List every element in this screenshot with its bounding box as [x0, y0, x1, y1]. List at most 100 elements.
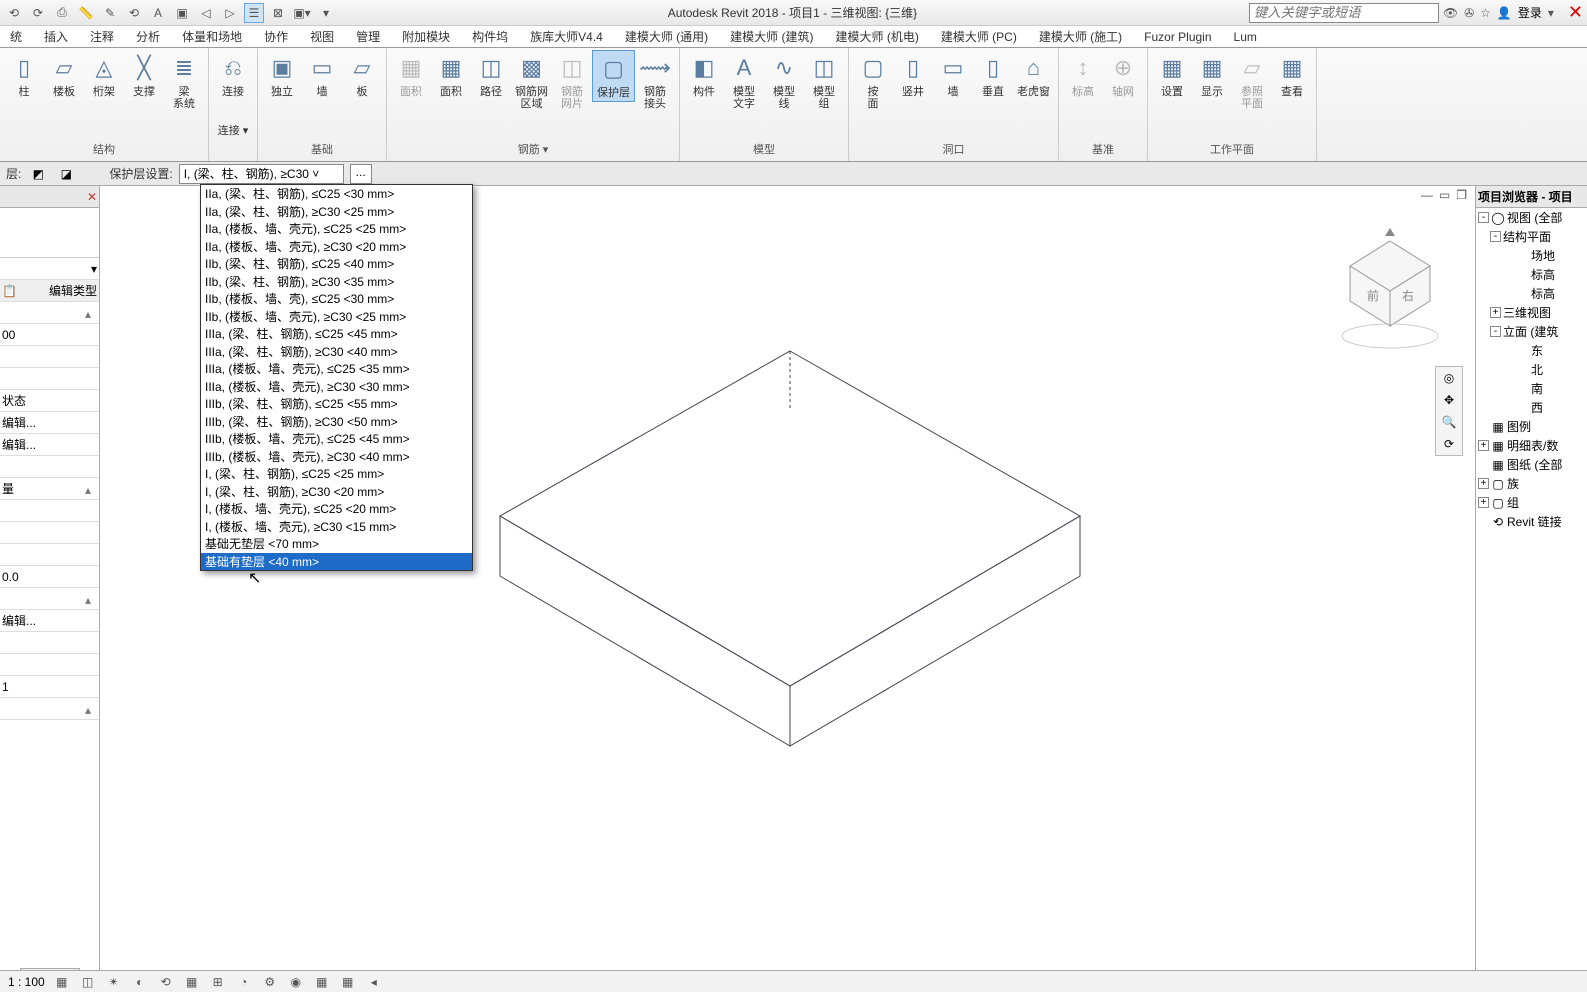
tree-row[interactable]: -立面 (建筑 — [1476, 322, 1587, 341]
property-row[interactable]: 编辑... — [0, 434, 99, 456]
ribbon-button[interactable]: ⊕轴网 — [1103, 50, 1143, 100]
ribbon-tab[interactable]: 附加模块 — [400, 26, 452, 47]
ribbon-button[interactable]: ▢保护层 — [592, 50, 635, 102]
window-icon[interactable]: ▣▾ — [292, 3, 312, 23]
help-icon[interactable]: ▾ — [1548, 6, 1554, 20]
property-row[interactable] — [0, 368, 99, 390]
property-row[interactable] — [0, 522, 99, 544]
view-min-icon[interactable]: — — [1421, 188, 1433, 202]
app-close-icon[interactable]: ✕ — [1568, 2, 1583, 23]
pick-element-icon[interactable]: ◪ — [55, 163, 77, 185]
ribbon-button[interactable]: ▦面积 — [431, 50, 471, 100]
cover-option-item[interactable]: IIb, (楼板、墙、壳), ≤C25 <30 mm> — [201, 290, 472, 308]
pick-face-icon[interactable]: ◩ — [27, 163, 49, 185]
cover-option-item[interactable]: 基础有垫层 <40 mm> — [201, 553, 472, 571]
orbit-icon[interactable]: ⟳ — [1444, 437, 1454, 451]
ribbon-button[interactable]: ▱参照 平面 — [1232, 50, 1272, 112]
tree-expander-icon[interactable]: + — [1478, 497, 1489, 508]
ribbon-button[interactable]: ▱板 — [342, 50, 382, 100]
zoom-icon[interactable]: 🔍 — [1442, 415, 1457, 429]
sb-icon-11[interactable]: ▦ — [313, 973, 331, 991]
ribbon-button[interactable]: ▯柱 — [4, 50, 44, 100]
ribbon-button[interactable]: ▦查看 — [1272, 50, 1312, 100]
tree-row[interactable]: +三维视图 — [1476, 303, 1587, 322]
ribbon-tab[interactable]: 视图 — [308, 26, 336, 47]
property-row[interactable] — [0, 544, 99, 566]
ribbon-tab[interactable]: 协作 — [262, 26, 290, 47]
ribbon-button[interactable]: ╳支撑 — [124, 50, 164, 100]
cover-option-item[interactable]: IIb, (梁、柱、钢筋), ≤C25 <40 mm> — [201, 255, 472, 273]
tree-expander-icon[interactable]: - — [1478, 212, 1489, 223]
ribbon-button[interactable]: ▭墙 — [933, 50, 973, 100]
back-icon[interactable]: ⟲ — [4, 3, 24, 23]
cover-option-item[interactable]: IIIa, (梁、柱、钢筋), ≤C25 <45 mm> — [201, 325, 472, 343]
property-row[interactable] — [0, 346, 99, 368]
cover-options-list[interactable]: IIa, (梁、柱、钢筋), ≤C25 <30 mm>IIa, (梁、柱、钢筋)… — [200, 184, 473, 571]
ribbon-tab[interactable]: 族库大师V4.4 — [528, 26, 605, 47]
ribbon-button[interactable]: A模型 文字 — [724, 50, 764, 112]
ribbon-tab[interactable]: 建模大师 (PC) — [939, 26, 1019, 47]
panel-close-icon[interactable]: ✕ — [87, 190, 97, 204]
ribbon-tab[interactable]: 插入 — [42, 26, 70, 47]
ribbon-button[interactable]: ◧构件 — [684, 50, 724, 100]
ribbon-tab[interactable]: 建模大师 (施工) — [1037, 26, 1124, 47]
cover-option-item[interactable]: I, (楼板、墙、壳元), ≤C25 <20 mm> — [201, 500, 472, 518]
ribbon-button[interactable]: ▭墙 — [302, 50, 342, 100]
ribbon-button[interactable]: ∿模型 线 — [764, 50, 804, 112]
tree-row[interactable]: +▦明细表/数 — [1476, 436, 1587, 455]
tree-expander-icon[interactable]: + — [1490, 307, 1501, 318]
scroll-icon[interactable]: ▴ — [85, 593, 97, 605]
ribbon-tab[interactable]: Fuzor Plugin — [1142, 28, 1213, 46]
property-row[interactable] — [0, 654, 99, 676]
binocular-icon[interactable]: 👁 — [1443, 6, 1458, 20]
ribbon-tab[interactable]: 建模大师 (机电) — [834, 26, 921, 47]
sb-icon-7[interactable]: ⊞ — [209, 973, 227, 991]
scroll-icon[interactable]: ▴ — [85, 703, 97, 715]
cover-option-item[interactable]: IIb, (楼板、墙、壳元), ≥C30 <25 mm> — [201, 308, 472, 326]
text-icon[interactable]: A — [148, 3, 168, 23]
print-icon[interactable]: ⎙ — [52, 3, 72, 23]
ribbon-button[interactable]: ◫路径 — [471, 50, 511, 100]
ribbon-tab[interactable]: 建模大师 (建筑) — [728, 26, 815, 47]
close-doc-icon[interactable]: ⊠ — [268, 3, 288, 23]
sb-icon-9[interactable]: ⚙ — [261, 973, 279, 991]
edit-type-button[interactable]: 📋 编辑类型 — [0, 280, 99, 302]
cover-option-item[interactable]: IIa, (梁、柱、钢筋), ≤C25 <30 mm> — [201, 185, 472, 203]
property-row[interactable]: 编辑... — [0, 412, 99, 434]
tree-expander-icon[interactable]: + — [1478, 440, 1489, 451]
ribbon-button[interactable]: ▩钢筋网 区域 — [511, 50, 552, 112]
tree-row[interactable]: -结构平面 — [1476, 227, 1587, 246]
sb-icon-2[interactable]: ◫ — [79, 973, 97, 991]
forward-icon[interactable]: ⟳ — [28, 3, 48, 23]
cover-option-item[interactable]: IIIb, (楼板、墙、壳元), ≤C25 <45 mm> — [201, 430, 472, 448]
property-row[interactable]: 0.0 — [0, 566, 99, 588]
tree-row[interactable]: 西 — [1476, 398, 1587, 417]
cube-icon[interactable]: ▣ — [172, 3, 192, 23]
property-row[interactable]: ▴ — [0, 588, 99, 610]
sb-icon-10[interactable]: ◉ — [287, 973, 305, 991]
sb-icon-1[interactable]: ▦ — [53, 973, 71, 991]
ribbon-button[interactable]: ▦显示 — [1192, 50, 1232, 100]
property-row[interactable]: 1 — [0, 676, 99, 698]
tree-row[interactable]: 东 — [1476, 341, 1587, 360]
view-scale[interactable]: 1 : 100 — [8, 975, 45, 989]
cover-option-item[interactable]: IIIa, (楼板、墙、壳元), ≥C30 <30 mm> — [201, 378, 472, 396]
ribbon-tab[interactable]: 建模大师 (通用) — [623, 26, 710, 47]
favorite-icon[interactable]: ☆ — [1480, 6, 1491, 20]
sb-icon-8[interactable]: ◔ — [235, 973, 253, 991]
ribbon-button[interactable]: ▦设置 — [1152, 50, 1192, 100]
ribbon-button[interactable]: ▢按 面 — [853, 50, 893, 112]
ribbon-tab[interactable]: 构件坞 — [470, 26, 510, 47]
tree-row[interactable]: 南 — [1476, 379, 1587, 398]
view-restore-icon[interactable]: ▭ — [1439, 188, 1450, 202]
scroll-icon[interactable]: ▴ — [85, 483, 97, 495]
user-icon[interactable]: 👤 — [1497, 6, 1512, 20]
ribbon-tab[interactable]: 管理 — [354, 26, 382, 47]
ribbon-button[interactable]: ▦面积 — [391, 50, 431, 100]
cover-option-item[interactable]: IIa, (楼板、墙、壳元), ≥C30 <20 mm> — [201, 238, 472, 256]
cover-setting-dropdown[interactable]: I, (梁、柱、钢筋), ≥C30 ˅ — [179, 164, 344, 184]
ribbon-button[interactable]: ▯竖井 — [893, 50, 933, 100]
tree-row[interactable]: ▦图纸 (全部 — [1476, 455, 1587, 474]
ribbon-tab[interactable]: Lum — [1232, 28, 1259, 46]
scroll-icon[interactable]: ▴ — [85, 307, 97, 319]
